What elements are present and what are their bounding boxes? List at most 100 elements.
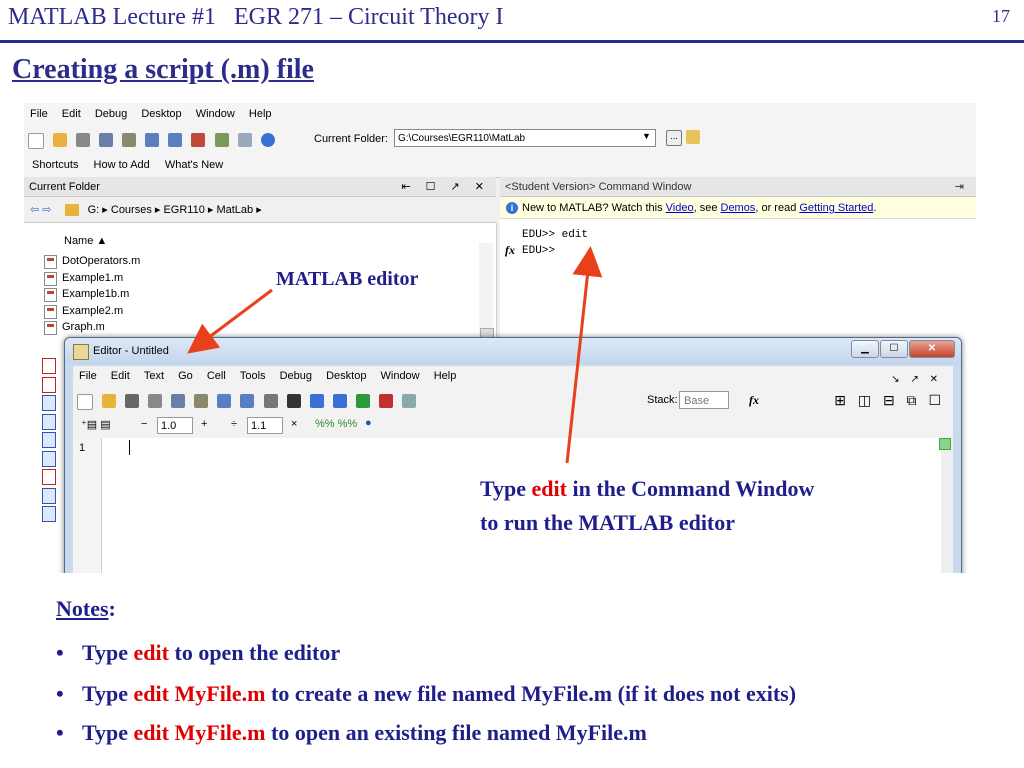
run-icon[interactable] xyxy=(355,394,370,408)
decrement-icon[interactable]: − xyxy=(141,418,147,430)
getting-started-link[interactable]: Getting Started xyxy=(799,202,873,214)
redo-icon[interactable] xyxy=(168,133,183,147)
editor-scrollbar[interactable] xyxy=(939,438,953,573)
file-item[interactable]: DotOperators.m xyxy=(44,253,140,270)
folder-breadcrumb[interactable]: G: ▸ Courses ▸ EGR110 ▸ MatLab ▸ xyxy=(88,204,262,216)
cut-icon[interactable] xyxy=(148,394,163,408)
layout-icons[interactable]: ⊞ ◫ ⊟ ⧉ ☐ xyxy=(834,392,945,409)
file-item[interactable]: Example2.m xyxy=(44,303,140,320)
folder-address-bar: ⇦ ⇨ G: ▸ Courses ▸ EGR110 ▸ MatLab ▸ xyxy=(24,197,496,223)
fx-icon[interactable]: fx xyxy=(749,393,759,408)
shortcuts-label: Shortcuts xyxy=(32,159,79,171)
simulink-icon[interactable] xyxy=(191,133,206,147)
panel-controls[interactable]: ⇥ xyxy=(955,177,970,197)
slide-number: 17 xyxy=(992,6,1010,26)
command-window-header: <Student Version> Command Window ⇥ xyxy=(500,177,976,197)
open-folder-icon[interactable] xyxy=(102,394,117,408)
open-folder-icon[interactable] xyxy=(53,133,68,147)
note-bullet: • Type edit to open the editor xyxy=(56,640,341,665)
forward-icon[interactable] xyxy=(332,394,347,408)
menu-help[interactable]: Help xyxy=(249,108,272,120)
edit-command: edit xyxy=(531,476,567,501)
editor-menu-file[interactable]: File xyxy=(79,370,97,382)
find-icon[interactable] xyxy=(286,394,301,408)
minimize-button[interactable]: ▁ xyxy=(851,340,879,358)
menu-file[interactable]: File xyxy=(30,108,48,120)
editor-icon xyxy=(73,344,89,360)
whats-new-link[interactable]: What's New xyxy=(165,159,223,171)
back-icon[interactable]: ⇦ ⇨ xyxy=(30,204,52,216)
demos-link[interactable]: Demos xyxy=(721,202,756,214)
how-to-add-link[interactable]: How to Add xyxy=(94,159,150,171)
cut-icon[interactable] xyxy=(76,133,91,147)
insert-cell-icon[interactable]: ⁺▤ ▤ xyxy=(81,418,111,431)
cell-scale-input[interactable]: 1.1 xyxy=(247,417,283,434)
editor-callout: MATLAB editor xyxy=(276,268,419,290)
step-icon[interactable] xyxy=(401,394,416,408)
panel-controls[interactable]: ⇤ ☐ ↗ ✕ xyxy=(401,177,490,197)
m-file-icon xyxy=(44,288,57,302)
editor-menu-edit[interactable]: Edit xyxy=(111,370,130,382)
undo-icon[interactable] xyxy=(217,394,232,408)
current-folder-input[interactable]: G:\Courses\EGR110\MatLab xyxy=(394,129,656,147)
text-cursor xyxy=(129,440,130,455)
m-file-icon xyxy=(44,271,57,286)
folder-icon xyxy=(64,204,79,217)
new-file-icon[interactable] xyxy=(77,394,93,410)
line-number-gutter: 1 xyxy=(73,438,102,573)
file-item[interactable]: Example1b.m xyxy=(44,286,140,303)
chevron-down-icon[interactable]: ▼ xyxy=(642,131,651,141)
fx-icon[interactable]: fx xyxy=(505,243,515,258)
redo-icon[interactable] xyxy=(240,394,255,408)
multiply-icon[interactable]: × xyxy=(291,418,297,430)
menu-edit[interactable]: Edit xyxy=(62,108,81,120)
current-folder-label: Current Folder: xyxy=(314,133,388,145)
file-item[interactable]: Graph.m xyxy=(44,319,140,336)
editor-menu-debug[interactable]: Debug xyxy=(280,370,312,382)
menu-desktop[interactable]: Desktop xyxy=(141,108,181,120)
video-link[interactable]: Video xyxy=(666,202,694,214)
stack-select[interactable]: Base xyxy=(679,391,729,409)
profiler-icon[interactable] xyxy=(237,133,252,147)
close-button[interactable]: ✕ xyxy=(909,340,955,358)
guide-icon[interactable] xyxy=(214,133,229,147)
command-prompt[interactable]: EDU>> xyxy=(522,245,555,257)
editor-menu-desktop[interactable]: Desktop xyxy=(326,370,366,382)
new-file-icon[interactable] xyxy=(28,133,44,149)
doc-file-icon xyxy=(42,413,56,430)
breakpoint-icon[interactable] xyxy=(378,394,393,408)
status-indicator xyxy=(939,438,951,450)
save-icon[interactable] xyxy=(125,394,140,408)
stack-label: Stack: xyxy=(647,394,678,406)
undo-icon[interactable] xyxy=(145,133,160,147)
paste-icon[interactable] xyxy=(194,394,209,408)
editor-menu-window[interactable]: Window xyxy=(381,370,420,382)
maximize-button[interactable]: ☐ xyxy=(880,340,908,358)
back-icon[interactable] xyxy=(309,394,324,408)
menu-debug[interactable]: Debug xyxy=(95,108,127,120)
dock-controls[interactable]: ↘ ↗ ✕ xyxy=(891,374,942,385)
name-column-header[interactable]: Name ▲ xyxy=(64,235,107,247)
editor-menu-text[interactable]: Text xyxy=(144,370,164,382)
doc-file-icon xyxy=(42,487,56,504)
editor-titlebar[interactable]: Editor - Untitled xyxy=(65,338,961,364)
help-icon[interactable] xyxy=(260,133,275,147)
editor-menu-tools[interactable]: Tools xyxy=(240,370,266,382)
editor-menu-cell[interactable]: Cell xyxy=(207,370,226,382)
folder-up-icon[interactable] xyxy=(686,130,700,144)
note-bullet: • Type edit MyFile.m to create a new file… xyxy=(56,681,797,706)
divide-icon[interactable]: ÷ xyxy=(231,418,237,430)
editor-menu-help[interactable]: Help xyxy=(434,370,457,382)
cell-value-input[interactable]: 1.0 xyxy=(157,417,193,434)
print-icon[interactable] xyxy=(263,394,278,408)
copy-icon[interactable] xyxy=(171,394,186,408)
cell-eval-icon[interactable]: %% %% xyxy=(315,418,357,430)
file-item[interactable]: Example1.m xyxy=(44,270,140,287)
copy-icon[interactable] xyxy=(99,133,114,147)
cell-info-icon[interactable]: ● xyxy=(365,417,372,429)
increment-icon[interactable]: + xyxy=(201,418,207,430)
browse-folder-button[interactable]: ... xyxy=(666,130,682,146)
paste-icon[interactable] xyxy=(122,133,137,147)
editor-menu-go[interactable]: Go xyxy=(178,370,193,382)
menu-window[interactable]: Window xyxy=(196,108,235,120)
